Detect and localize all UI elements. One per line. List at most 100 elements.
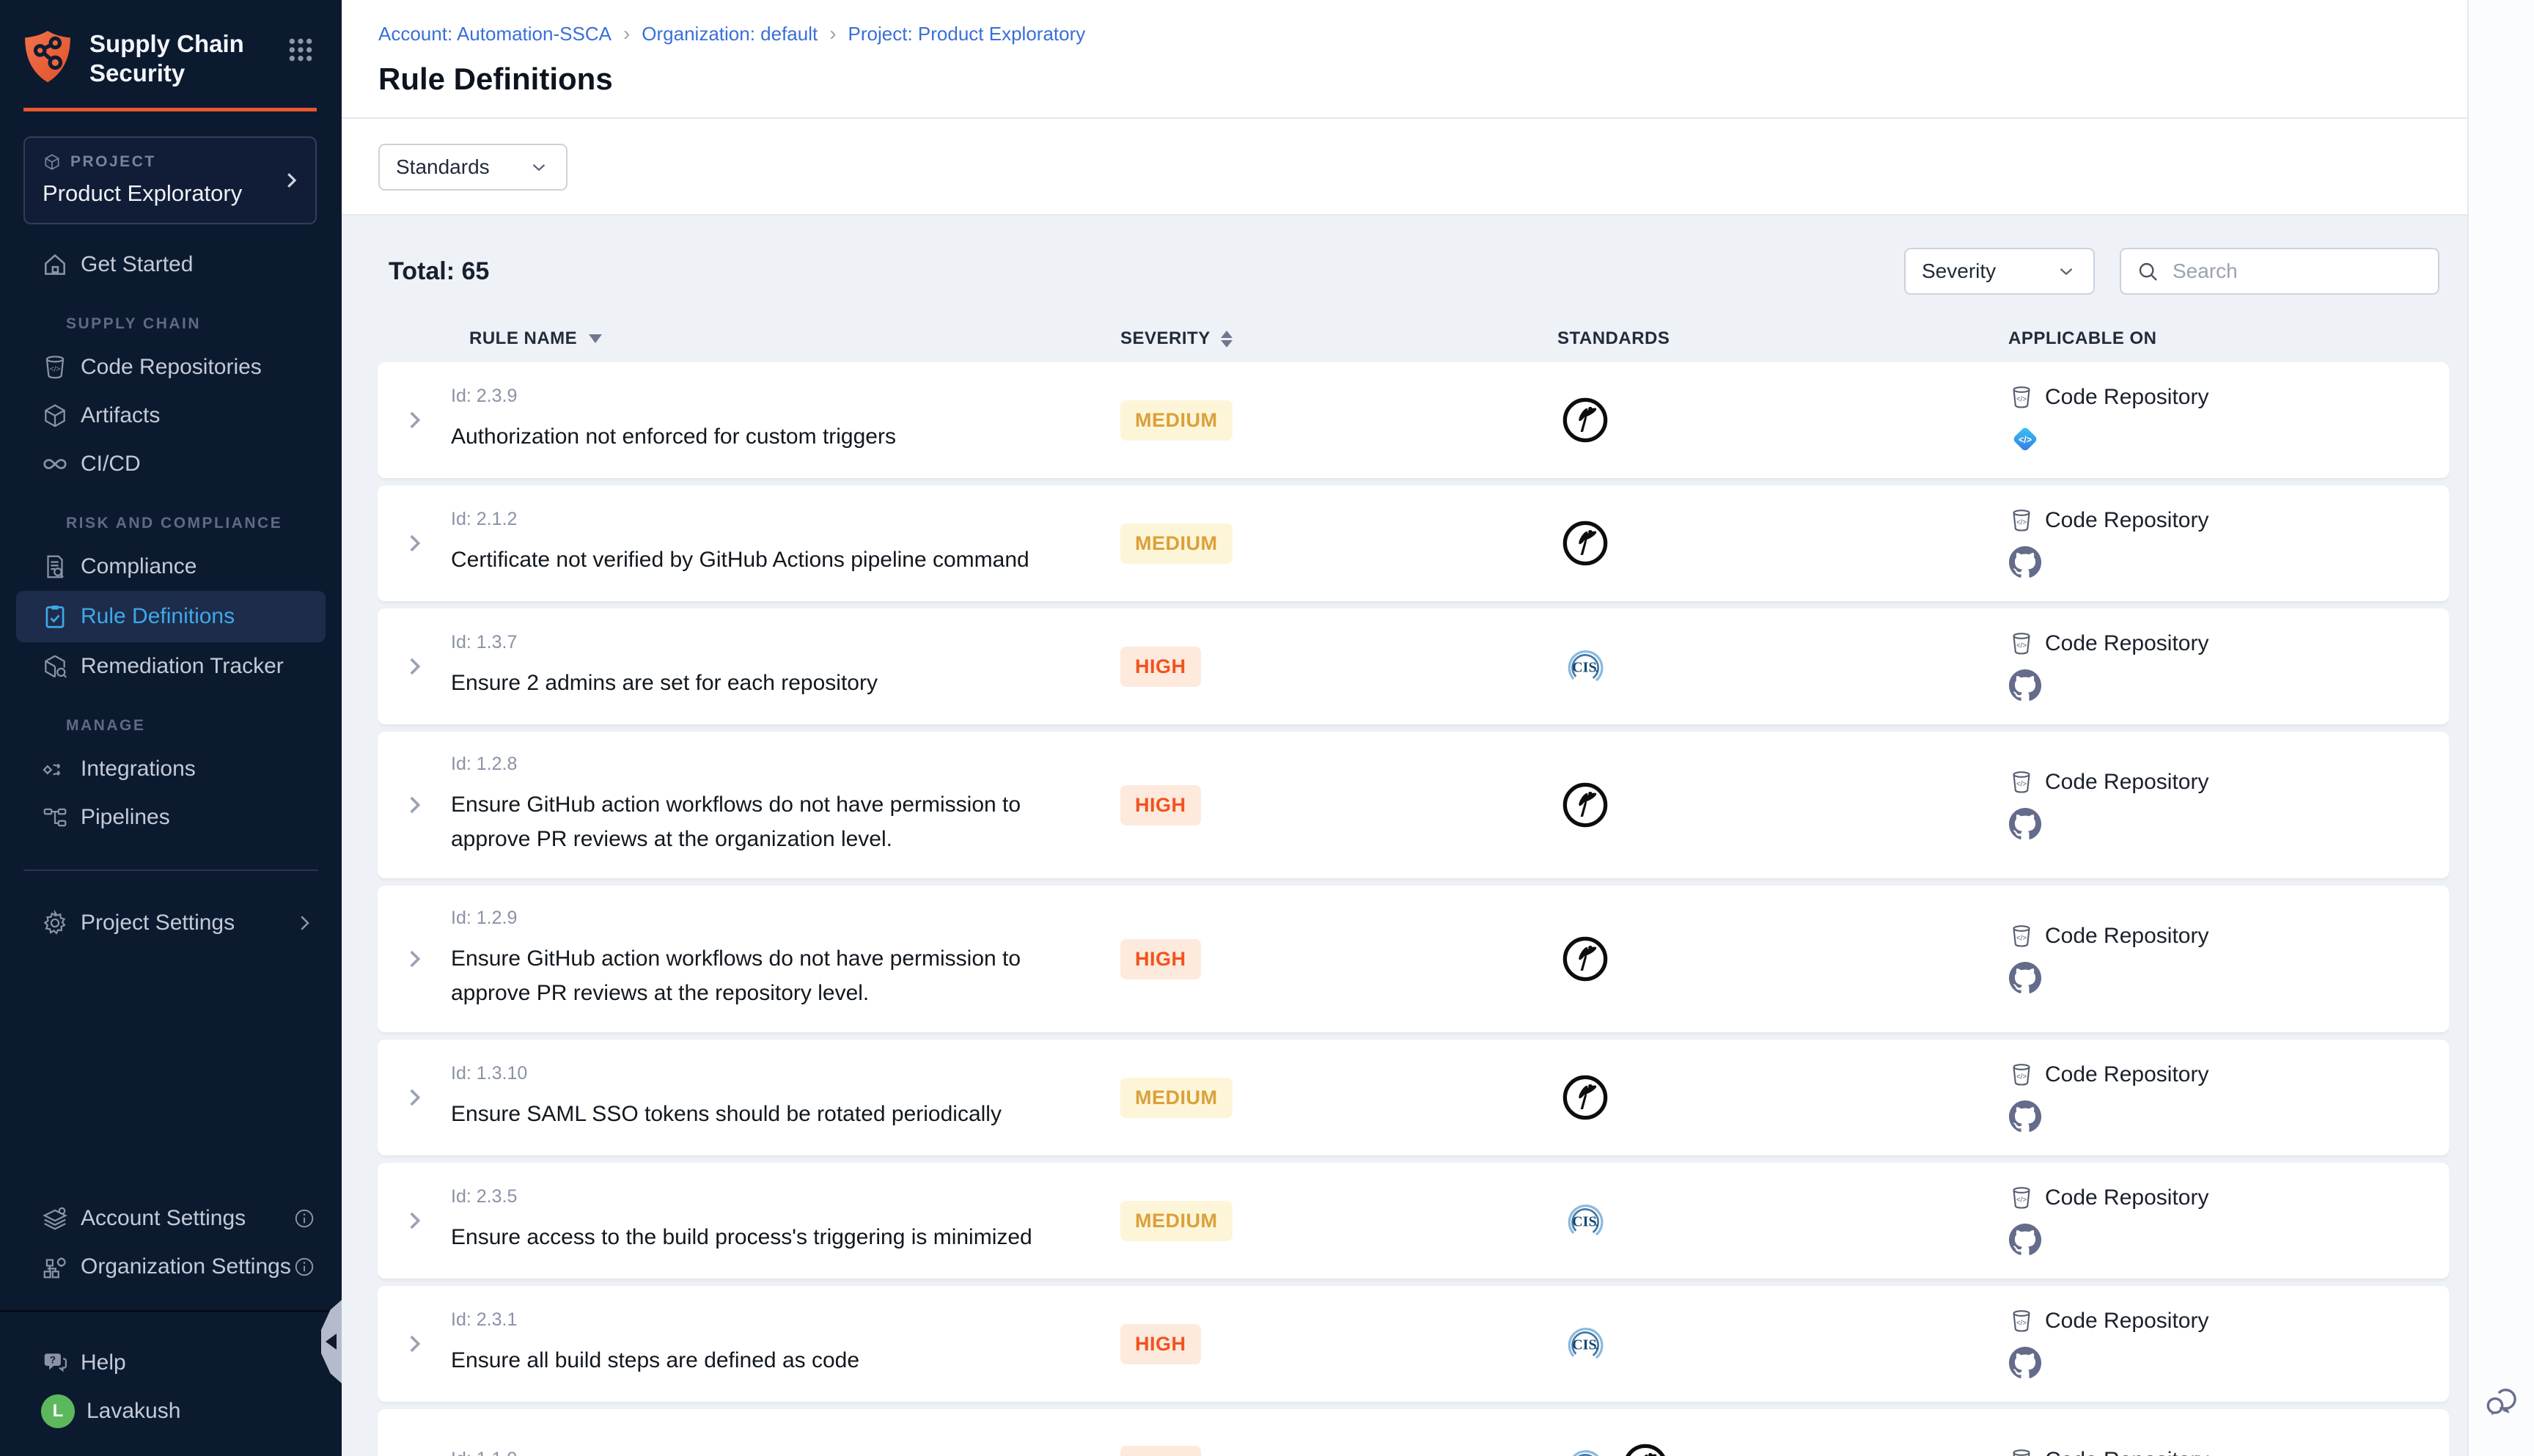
code-repository-bucket-icon: </> xyxy=(2008,1185,2035,1211)
project-selector[interactable]: PROJECT Product Exploratory xyxy=(23,136,317,224)
expand-row-chevron-icon[interactable] xyxy=(402,1454,427,1456)
table-row[interactable]: Id: 2.1.2 Certificate not verified by Gi… xyxy=(378,485,2449,601)
sidebar-item-get-started[interactable]: Get Started xyxy=(0,240,342,289)
rule-id: Id: 2.1.2 xyxy=(451,509,1120,530)
table-row[interactable]: Id: 2.3.9 Authorization not enforced for… xyxy=(378,362,2449,478)
info-icon[interactable] xyxy=(293,1256,315,1278)
info-icon[interactable] xyxy=(293,1207,315,1229)
sidebar-item-integrations[interactable]: Integrations xyxy=(0,745,342,793)
avatar: L xyxy=(41,1394,75,1428)
standards-icons: CIS xyxy=(1547,641,2008,691)
table-row[interactable]: Id: 2.3.1 Ensure all build steps are def… xyxy=(378,1286,2449,1402)
svg-text:</>: </> xyxy=(2016,1073,2027,1081)
table-row[interactable]: Id: 1.3.7 Ensure 2 admins are set for ea… xyxy=(378,608,2449,724)
column-header-applicable-on: APPLICABLE ON xyxy=(2008,328,2449,349)
home-icon xyxy=(41,251,69,279)
sidebar-item-label: Remediation Tracker xyxy=(81,654,284,679)
sidebar-item-artifacts[interactable]: Artifacts xyxy=(0,391,342,440)
sidebar-item-remediation-tracker[interactable]: Remediation Tracker xyxy=(0,642,342,691)
harness-code-icon: </> xyxy=(2008,422,2042,456)
document-search-icon xyxy=(41,553,69,581)
severity-filter-select[interactable]: Severity xyxy=(1904,248,2095,295)
sidebar-item-rule-definitions[interactable]: Rule Definitions xyxy=(16,591,326,642)
sidebar-nav: Get Started SUPPLY CHAIN </> Code Reposi… xyxy=(0,224,342,1456)
supply-chain-security-logo-icon xyxy=(23,29,72,82)
search-icon xyxy=(2136,260,2159,283)
applicable-on-label: Code Repository xyxy=(2045,924,2208,949)
app-window: Supply Chain Security PROJECT Product Ex… xyxy=(0,0,2534,1456)
expand-row-chevron-icon[interactable] xyxy=(402,1085,427,1110)
code-repository-bucket-icon: </> xyxy=(2008,630,2035,657)
owasp-icon xyxy=(1560,934,1610,984)
rule-id: Id: 2.3.9 xyxy=(451,386,1120,407)
cis-icon: CIS xyxy=(1560,1196,1610,1246)
standards-icons xyxy=(1547,934,2008,984)
sidebar-item-pipelines[interactable]: Pipelines xyxy=(0,793,342,842)
sidebar-item-help[interactable]: ? Help xyxy=(0,1339,342,1387)
expand-row-chevron-icon[interactable] xyxy=(402,654,427,679)
applicable-on-label: Code Repository xyxy=(2045,385,2208,410)
table-row[interactable]: Id: 1.2.9 Ensure GitHub action workflows… xyxy=(378,886,2449,1032)
sidebar-item-project-settings[interactable]: Project Settings xyxy=(0,899,342,947)
severity-badge: MEDIUM xyxy=(1120,1201,1233,1241)
chat-bubbles-icon[interactable] xyxy=(2482,1381,2522,1421)
cis-icon: CIS xyxy=(1560,1319,1610,1369)
sidebar-item-user-profile[interactable]: L Lavakush xyxy=(0,1387,342,1435)
sidebar-item-compliance[interactable]: Compliance xyxy=(0,543,342,591)
table-row[interactable]: Id: 1.3.10 Ensure SAML SSO tokens should… xyxy=(378,1040,2449,1155)
main-content: Account: Automation-SSCA › Organization:… xyxy=(342,0,2534,1456)
section-label-manage: MANAGE xyxy=(0,717,342,735)
repo-provider-icons: </> xyxy=(2008,422,2042,456)
repo-provider-icons xyxy=(2008,1100,2042,1133)
breadcrumb-organization-link[interactable]: Organization: default xyxy=(642,23,818,45)
table-row[interactable]: Id: 1.1.9 HIGH CIS </> Code Repository xyxy=(378,1409,2449,1456)
table-toolbar: Total: 65 Severity xyxy=(342,216,2469,314)
search-input[interactable] xyxy=(2171,259,2423,284)
code-repository-bucket-icon: </> xyxy=(2008,1447,2035,1456)
rule-name: Ensure all build steps are defined as co… xyxy=(451,1344,1096,1378)
expand-row-chevron-icon[interactable] xyxy=(402,793,427,817)
code-repository-bucket-icon: </> xyxy=(2008,769,2035,795)
expand-row-chevron-icon[interactable] xyxy=(402,946,427,971)
sidebar-item-code-repositories[interactable]: </> Code Repositories xyxy=(0,343,342,391)
sidebar-item-cicd[interactable]: CI/CD xyxy=(0,440,342,488)
severity-badge: MEDIUM xyxy=(1120,1078,1233,1118)
app-switcher-grid-icon[interactable] xyxy=(286,35,315,65)
breadcrumb: Account: Automation-SSCA › Organization:… xyxy=(378,22,2469,45)
standards-icons xyxy=(1547,1073,2008,1122)
table-row[interactable]: Id: 2.3.5 Ensure access to the build pro… xyxy=(378,1163,2449,1279)
github-icon xyxy=(2008,807,2042,841)
project-label: PROJECT xyxy=(70,153,156,171)
sidebar-item-organization-settings[interactable]: Organization Settings xyxy=(0,1243,342,1291)
repo-provider-icons xyxy=(2008,807,2042,841)
applicable-on-label: Code Repository xyxy=(2045,631,2208,656)
expand-row-chevron-icon[interactable] xyxy=(402,531,427,556)
applicable-on-label: Code Repository xyxy=(2045,1309,2208,1334)
gear-icon xyxy=(41,909,69,937)
expand-row-chevron-icon[interactable] xyxy=(402,408,427,433)
expand-row-chevron-icon[interactable] xyxy=(402,1208,427,1233)
column-header-severity[interactable]: SEVERITY xyxy=(1120,328,1547,349)
sidebar-divider xyxy=(23,869,318,871)
chevron-right-icon xyxy=(293,912,315,934)
sidebar-item-label: Artifacts xyxy=(81,403,160,428)
rule-name: Ensure SAML SSO tokens should be rotated… xyxy=(451,1097,1096,1132)
applicable-on-label: Code Repository xyxy=(2045,1448,2208,1456)
project-name: Product Exploratory xyxy=(43,180,298,207)
column-header-standards: STANDARDS xyxy=(1547,328,2008,349)
column-header-rule-name[interactable]: RULE NAME xyxy=(451,328,1120,349)
layers-gear-icon xyxy=(41,1205,69,1232)
svg-text:</>: </> xyxy=(2016,518,2027,526)
breadcrumb-account-link[interactable]: Account: Automation-SSCA xyxy=(378,23,612,45)
severity-badge: MEDIUM xyxy=(1120,523,1233,564)
rule-name: Certificate not verified by GitHub Actio… xyxy=(451,543,1096,578)
svg-text:?: ? xyxy=(50,1355,56,1366)
expand-row-chevron-icon[interactable] xyxy=(402,1331,427,1356)
standards-filter-band: Standards xyxy=(342,119,2469,216)
severity-filter-label: Severity xyxy=(1922,260,1996,283)
standards-filter-select[interactable]: Standards xyxy=(378,144,568,191)
sidebar-item-account-settings[interactable]: Account Settings xyxy=(0,1194,342,1243)
sidebar-item-label: Rule Definitions xyxy=(81,604,235,629)
table-row[interactable]: Id: 1.2.8 Ensure GitHub action workflows… xyxy=(378,732,2449,878)
breadcrumb-project-link[interactable]: Project: Product Exploratory xyxy=(848,23,1086,45)
